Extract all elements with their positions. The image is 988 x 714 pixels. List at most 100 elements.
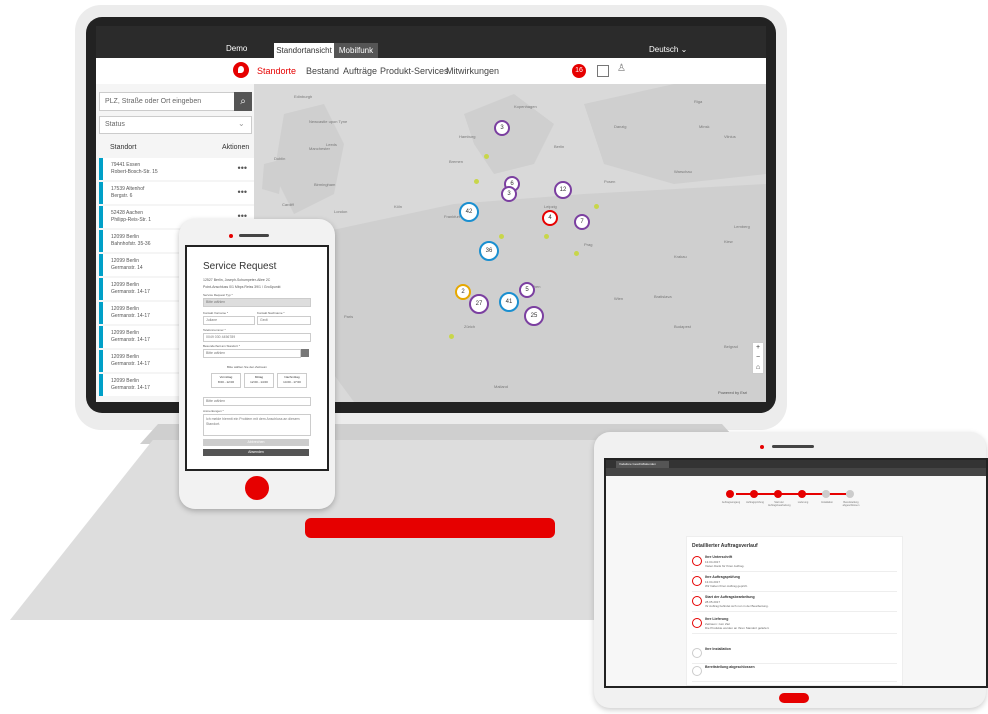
time-slot-option[interactable]: Vormittag 8:00 - 12:00 bbox=[211, 373, 241, 388]
table-row[interactable]: 17539 Altenhof Bergstr. 6 ••• bbox=[99, 182, 255, 204]
more-actions-icon[interactable]: ••• bbox=[238, 187, 247, 197]
column-header-standort: Standort bbox=[110, 144, 137, 151]
map-cluster-marker[interactable]: 27 bbox=[469, 294, 489, 314]
chevron-down-icon: ⌄ bbox=[238, 119, 245, 128]
row-address: 12099 Berlin Germanstr. 14-17 bbox=[111, 354, 150, 368]
nav-standorte[interactable]: Standorte bbox=[257, 66, 296, 76]
table-row[interactable]: 79441 Essen Robert-Bosch-Str. 15 ••• bbox=[99, 158, 255, 180]
map-location-dot[interactable] bbox=[544, 234, 549, 239]
page-title: Service Request bbox=[203, 261, 277, 272]
search-input[interactable]: PLZ, Straße oder Ort eingeben bbox=[99, 92, 240, 111]
first-name-field[interactable]: Juliane bbox=[203, 316, 255, 325]
map-cluster-marker[interactable]: 2 bbox=[455, 284, 471, 300]
map-city-label: Prag bbox=[584, 242, 593, 247]
progress-step-label: Auftragsprüfung bbox=[746, 501, 764, 504]
field-label: Besonderheit am Standort * bbox=[203, 344, 240, 348]
laptop-trackpad-bar bbox=[305, 518, 555, 538]
comment-textarea[interactable]: Ich melde hiermit ein Problem mit dem An… bbox=[203, 414, 311, 436]
row-address: 12099 Berlin Germanstr. 14-17 bbox=[111, 282, 150, 296]
map-location-dot[interactable] bbox=[474, 179, 479, 184]
map-location-dot[interactable] bbox=[484, 154, 489, 159]
row-zip-city: 17539 Altenhof bbox=[111, 186, 145, 192]
map-cluster-marker[interactable]: 5 bbox=[519, 282, 535, 298]
nav-produkt-services[interactable]: Produkt-Services bbox=[380, 66, 449, 76]
map-location-dot[interactable] bbox=[499, 234, 504, 239]
tablet-camera bbox=[760, 445, 764, 449]
map-city-label: Budapest bbox=[674, 324, 691, 329]
row-zip-city: 12099 Berlin bbox=[111, 378, 140, 384]
search-icon[interactable]: ⌕ bbox=[234, 92, 252, 111]
ticket-text: Point-Anschluss 0/1 Mbps Reiss 39/1 / Gr… bbox=[203, 285, 281, 289]
phone-number-field[interactable]: 0049 030 4456789 bbox=[203, 333, 311, 342]
tab-mobilfunk[interactable]: Mobilfunk bbox=[334, 43, 378, 58]
notification-badge[interactable]: 16 bbox=[572, 64, 586, 78]
submit-button[interactable]: Absenden bbox=[203, 449, 309, 456]
language-select[interactable]: Deutsch ⌄ bbox=[649, 45, 687, 54]
row-zip-city: 12099 Berlin bbox=[111, 234, 140, 240]
map-city-label: Paris bbox=[344, 314, 354, 319]
zoom-control[interactable]: + − ⌂ bbox=[752, 342, 764, 374]
event-title: Ihre Unterschrift bbox=[705, 555, 733, 559]
cancel-button[interactable]: Abbrechen bbox=[203, 439, 309, 446]
map-city-label: Bratislava bbox=[654, 294, 672, 299]
location-feature-select[interactable]: Bitte wählen bbox=[203, 349, 301, 358]
user-icon[interactable]: ♙ bbox=[617, 63, 626, 74]
row-zip-city: 12099 Berlin bbox=[111, 258, 140, 264]
more-actions-icon[interactable]: ••• bbox=[238, 163, 247, 173]
request-type-select[interactable]: Bitte wählen bbox=[203, 298, 311, 307]
map-cluster-marker[interactable]: 42 bbox=[459, 202, 479, 222]
row-zip-city: 12099 Berlin bbox=[111, 282, 140, 288]
map-cluster-marker[interactable]: 3 bbox=[494, 120, 510, 136]
column-header-aktionen: Aktionen bbox=[222, 144, 250, 151]
map-cluster-marker[interactable]: 4 bbox=[542, 210, 558, 226]
map-cluster-marker[interactable]: 41 bbox=[499, 292, 519, 312]
calendar-icon[interactable] bbox=[597, 65, 609, 77]
map-location-dot[interactable] bbox=[574, 251, 579, 256]
nav-bestand[interactable]: Bestand bbox=[306, 66, 339, 76]
chevron-down-icon bbox=[301, 349, 309, 357]
event-text: Vielen Dank für Ihren Auftrag. bbox=[705, 564, 745, 568]
row-street: Germanstr. 14-17 bbox=[111, 289, 150, 295]
event-status-icon bbox=[692, 648, 702, 658]
map-cluster-marker[interactable]: 25 bbox=[524, 306, 544, 326]
map-city-label: Danzig bbox=[614, 124, 627, 129]
row-address: 17539 Altenhof Bergstr. 6 bbox=[111, 186, 144, 200]
row-zip-city: 79441 Essen bbox=[111, 162, 141, 168]
tab-standortansicht[interactable]: Standortansicht bbox=[274, 43, 334, 58]
dropdown-select[interactable]: Bitte wählen bbox=[203, 397, 311, 406]
nav-auftraege[interactable]: Aufträge bbox=[343, 66, 377, 76]
map-location-dot[interactable] bbox=[449, 334, 454, 339]
progress-step-icon bbox=[798, 490, 806, 498]
brand-label: Demo bbox=[226, 44, 248, 53]
map-location-dot[interactable] bbox=[594, 204, 599, 209]
browser-address-bar[interactable] bbox=[606, 468, 986, 476]
map-cluster-marker[interactable]: 12 bbox=[554, 181, 572, 199]
progress-step-icon bbox=[846, 490, 854, 498]
status-dropdown[interactable]: Status bbox=[99, 116, 252, 134]
time-slot-option[interactable]: Nachmittag 14:00 - 17:00 bbox=[277, 373, 307, 388]
top-bar: Demo Standortansicht Mobilfunk Deutsch ⌄ bbox=[96, 26, 766, 58]
map-cluster-marker[interactable]: 7 bbox=[574, 214, 590, 230]
nav-mitwirkungen[interactable]: Mitwirkungen bbox=[446, 66, 499, 76]
map-cluster-marker[interactable]: 36 bbox=[479, 241, 499, 261]
tablet-screen: Vodafone Geschäftskunden Auftragseingang… bbox=[604, 458, 988, 688]
map-city-label: Leeds bbox=[326, 142, 337, 147]
event-title: Ihre Lieferung bbox=[705, 617, 729, 621]
divider bbox=[692, 611, 897, 612]
last-name-field[interactable]: Gedt bbox=[257, 316, 311, 325]
event-status-icon bbox=[692, 618, 702, 628]
row-street: Bahnhofstr. 35-36 bbox=[111, 241, 151, 247]
progress-step-label: Installation bbox=[821, 501, 833, 504]
row-address: 12099 Berlin Germanstr. 14-17 bbox=[111, 330, 150, 344]
map-cluster-marker[interactable]: 3 bbox=[501, 186, 517, 202]
map-city-label: Newcastle upon Tyne bbox=[309, 119, 348, 124]
time-slot-option[interactable]: Mittag 12:00 - 14:00 bbox=[244, 373, 274, 388]
comment-label: Anmerkungen * bbox=[203, 409, 224, 413]
field-label: Service Request Typ * bbox=[203, 293, 233, 297]
tablet-home-button bbox=[779, 693, 809, 703]
browser-tab[interactable]: Vodafone Geschäftskunden bbox=[616, 461, 669, 468]
divider bbox=[692, 663, 897, 664]
divider bbox=[692, 681, 897, 682]
map-city-label: Wien bbox=[614, 296, 624, 301]
row-street: Germanstr. 14-17 bbox=[111, 337, 150, 343]
